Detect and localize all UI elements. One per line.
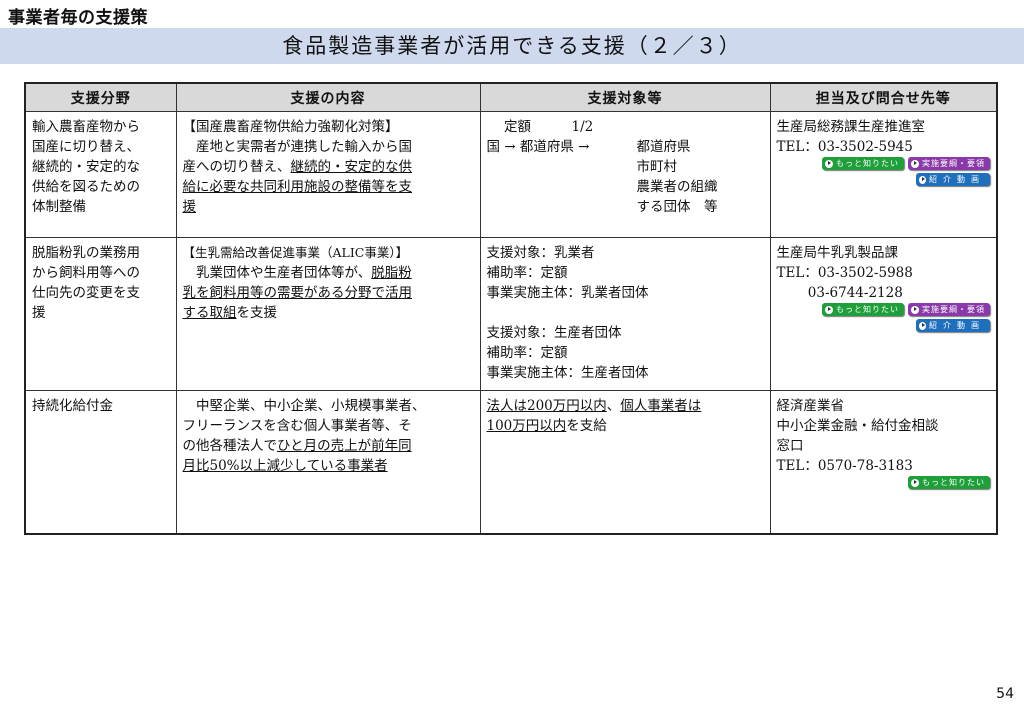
- content-text: を支援: [236, 305, 278, 321]
- col-header-field: 支援分野: [24, 82, 177, 112]
- page-title: 食品製造事業者が活用できる支援（２／３）: [282, 34, 742, 58]
- contact-line: 中小企業金融・給付金相談: [776, 418, 939, 434]
- contact-cell: 経済産業省 中小企業金融・給付金相談 窓口 TEL：0570-78-3183 も…: [769, 390, 998, 535]
- support-table: 支援分野 支援の内容 支援対象等 担当及び問合せ先等 輸入農畜産物から 国産に切…: [24, 82, 998, 535]
- field-line: 供給を図るための: [32, 179, 140, 195]
- target-line: 事業実施主体：生産者団体: [486, 365, 649, 381]
- content-text: 中堅企業、中小企業、小規模事業者、: [182, 398, 426, 414]
- content-cell: 【生乳需給改善促進事業（ALIC事業）】 乳業団体や生産者団体等が、脱脂粉 乳を…: [175, 237, 481, 391]
- content-text: 産地と実需者が連携した輸入から国: [182, 139, 412, 155]
- target-line: 補助率：定額: [486, 265, 568, 281]
- target-underlined: 100万円以内: [486, 418, 567, 434]
- field-cell: 輸入農畜産物から 国産に切り替え、 継続的・安定的な 供給を図るための 体制整備: [24, 111, 177, 238]
- field-line: 仕向先の変更を支: [32, 285, 140, 301]
- col-header-target: 支援対象等: [479, 82, 771, 112]
- target-line: 補助率：定額: [486, 345, 568, 361]
- guideline-button[interactable]: 実施要綱・要領: [908, 157, 990, 170]
- field-line: 輸入農畜産物から: [32, 119, 140, 135]
- table-row: 輸入農畜産物から 国産に切り替え、 継続的・安定的な 供給を図るための 体制整備…: [24, 111, 998, 238]
- target-recipient: 都道府県: [636, 139, 691, 155]
- target-recipient: 農業者の組織: [636, 179, 718, 195]
- arrow-right-icon: [825, 159, 833, 168]
- target-text: を支給: [566, 418, 607, 434]
- contact-line: 経済産業省: [776, 398, 845, 414]
- field-line: 持続化給付金: [32, 398, 113, 414]
- contact-cell: 生産局牛乳乳製品課 TEL：03-3502-5988 03-6744-2128 …: [769, 237, 998, 391]
- contact-line: TEL：0570-78-3183: [776, 458, 913, 474]
- content-text: フリーランスを含む個人事業者等、そ: [182, 418, 412, 434]
- contact-line: 窓口: [776, 438, 804, 454]
- contact-cell: 生産局総務課生産推進室 TEL：03-3502-5945 もっと知りたい 実施要…: [769, 111, 998, 238]
- target-underlined: 法人は200万円以内: [486, 398, 607, 414]
- section-label: 事業者毎の支援策: [8, 8, 148, 28]
- content-text: 乳業団体や生産者団体等が、: [182, 265, 372, 281]
- more-info-button[interactable]: もっと知りたい: [822, 157, 904, 170]
- field-cell: 持続化給付金: [24, 390, 177, 535]
- target-cell: 定額 1/2 国 → 都道府県 → 都道府県 市町村 農業者の組織 する団体 等: [479, 111, 771, 238]
- content-underlined: 援: [182, 199, 197, 215]
- contact-line: TEL：03-3502-5988: [776, 265, 913, 281]
- field-line: 脱脂粉乳の業務用: [32, 245, 140, 261]
- content-underlined: 継続的・安定的な供: [290, 159, 413, 175]
- target-recipient: 市町村: [636, 159, 678, 175]
- arrow-right-icon: [919, 321, 926, 330]
- target-line: [487, 303, 764, 323]
- arrow-right-icon: [911, 478, 919, 487]
- more-info-button[interactable]: もっと知りたい: [822, 303, 904, 316]
- table-row: 持続化給付金 中堅企業、中小企業、小規模事業者、 フリーランスを含む個人事業者等…: [24, 390, 998, 535]
- field-line: から飼料用等への: [32, 265, 140, 281]
- content-cell: 【国産農畜産物供給力強靭化対策】 産地と実需者が連携した輸入から国 産への切り替…: [175, 111, 481, 238]
- table-header-row: 支援分野 支援の内容 支援対象等 担当及び問合せ先等: [24, 82, 998, 112]
- content-title: 【生乳需給改善促進事業（ALIC事業）】: [182, 245, 409, 260]
- intro-video-button[interactable]: 紹介動画: [916, 173, 990, 186]
- content-underlined: 乳を飼料用等の需要がある分野で活用: [182, 285, 413, 301]
- field-line: 国産に切り替え、: [32, 139, 140, 155]
- target-cell: 支援対象：乳業者 補助率：定額 事業実施主体：乳業者団体 支援対象：生産者団体 …: [479, 237, 771, 391]
- content-underlined: 給に必要な共同利用施設の整備等を支: [182, 179, 413, 195]
- content-underlined: ひと月の売上が前年同: [277, 438, 412, 454]
- target-line: 支援対象：生産者団体: [486, 325, 622, 341]
- guideline-button[interactable]: 実施要綱・要領: [908, 303, 990, 316]
- target-cell: 法人は200万円以内、個人事業者は 100万円以内を支給: [479, 390, 771, 535]
- field-line: 援: [32, 305, 46, 321]
- more-info-button[interactable]: もっと知りたい: [908, 476, 990, 489]
- table-row: 脱脂粉乳の業務用 から飼料用等への 仕向先の変更を支 援 【生乳需給改善促進事業…: [24, 237, 998, 391]
- field-cell: 脱脂粉乳の業務用 から飼料用等への 仕向先の変更を支 援: [24, 237, 177, 391]
- content-underlined: 月比50%以上減少している事業者: [182, 458, 388, 474]
- target-rate: 定額 1/2: [490, 119, 594, 135]
- target-flow: 国 → 都道府県 →: [486, 139, 590, 155]
- arrow-right-icon: [911, 305, 919, 314]
- page-number: 54: [996, 686, 1014, 702]
- contact-line: TEL：03-3502-5945: [776, 139, 913, 155]
- contact-line: 生産局総務課生産推進室: [776, 119, 926, 135]
- arrow-right-icon: [919, 175, 926, 184]
- content-cell: 中堅企業、中小企業、小規模事業者、 フリーランスを含む個人事業者等、そ の他各種…: [175, 390, 481, 535]
- contact-line: 生産局牛乳乳製品課: [776, 245, 899, 261]
- target-line: 事業実施主体：乳業者団体: [486, 285, 649, 301]
- content-underlined: 脱脂粉: [371, 265, 412, 281]
- contact-line: 03-6744-2128: [776, 285, 903, 301]
- arrow-right-icon: [911, 159, 919, 168]
- target-line: 支援対象：乳業者: [486, 245, 595, 261]
- content-underlined: する取組: [182, 305, 237, 321]
- intro-video-button[interactable]: 紹介動画: [916, 319, 990, 332]
- field-line: 継続的・安定的な: [32, 159, 140, 175]
- col-header-contact: 担当及び問合せ先等: [769, 82, 998, 112]
- target-underlined: 個人事業者は: [620, 398, 702, 414]
- content-text: の他各種法人で: [182, 438, 278, 454]
- content-title: 【国産農畜産物供給力強靭化対策】: [182, 119, 399, 135]
- col-header-content: 支援の内容: [175, 82, 481, 112]
- content-text: 産への切り替え、: [182, 159, 291, 175]
- target-recipient: する団体 等: [636, 199, 718, 215]
- target-text: 、: [606, 398, 621, 414]
- field-line: 体制整備: [32, 199, 86, 215]
- arrow-right-icon: [825, 305, 833, 314]
